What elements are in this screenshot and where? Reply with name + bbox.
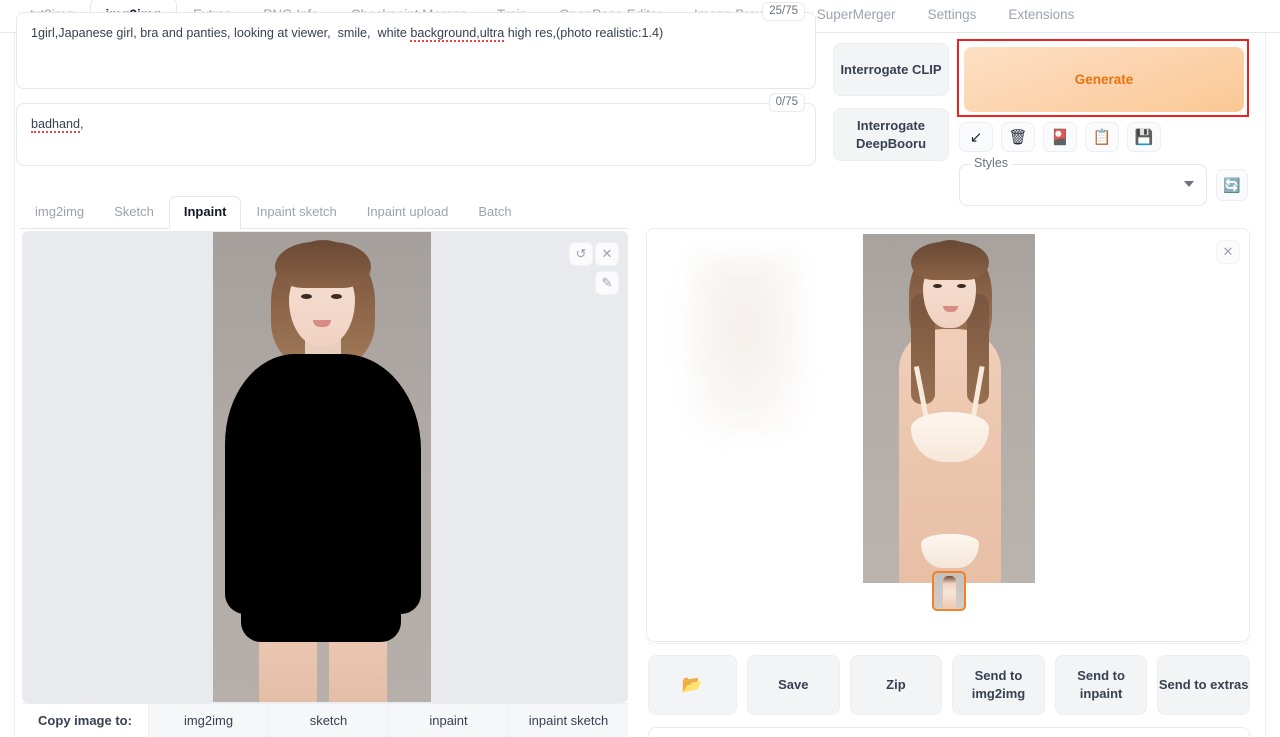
positive-prompt-box[interactable]: 25/75 1girl,Japanese girl, bra and panti… xyxy=(16,2,816,89)
thumbnail-content xyxy=(943,576,956,609)
styles-control: Styles 🔄 xyxy=(959,156,1248,206)
prompt-icon-toolbar: ↙ 🗑 🎴 📋 💾 xyxy=(959,122,1161,152)
sub-tab-inpaint-sketch[interactable]: Inpaint sketch xyxy=(241,196,351,228)
send-to-extras-button[interactable]: Send to extras xyxy=(1157,655,1250,715)
sub-tab-sketch[interactable]: Sketch xyxy=(99,196,169,228)
positive-prompt-part2: high res,(photo realistic:1.4) xyxy=(504,26,664,40)
sub-tab-inpaint[interactable]: Inpaint xyxy=(168,196,242,229)
positive-token-counter: 25/75 xyxy=(762,2,805,21)
main-tab-extensions[interactable]: Extensions xyxy=(992,0,1090,32)
result-action-bar: 📂 Save Zip Send to img2img Send to inpaint Se… xyxy=(648,655,1250,715)
result-separator xyxy=(648,643,1250,644)
sub-tab-batch[interactable]: Batch xyxy=(463,196,526,228)
gallery-thumbnail[interactable] xyxy=(932,571,966,611)
interrogate-deepbooru-button[interactable]: Interrogate DeepBooru xyxy=(833,108,949,161)
undo-icon[interactable]: ↺ xyxy=(570,243,592,265)
result-panty xyxy=(921,534,979,568)
img2img-sub-tab-bar: img2img Sketch Inpaint Inpaint sketch Inpain… xyxy=(20,196,628,229)
refresh-icon: 🔄 xyxy=(1223,176,1241,193)
result-gallery-panel[interactable]: ✕ xyxy=(646,228,1250,642)
generate-button[interactable]: Generate xyxy=(964,47,1244,112)
positive-prompt-misspelled: background,ultra xyxy=(410,26,505,42)
source-bangs xyxy=(275,242,371,288)
trash-icon[interactable]: 🗑 xyxy=(1001,122,1035,152)
result-bangs xyxy=(911,242,989,280)
thumbnail-strip xyxy=(647,571,1249,611)
refresh-styles-button[interactable]: 🔄 xyxy=(1216,169,1248,201)
close-glyph: ✕ xyxy=(1222,244,1234,259)
positive-prompt-text: 1girl,Japanese girl, bra and panties, lo… xyxy=(31,25,801,42)
styles-dropdown[interactable]: Styles xyxy=(959,156,1207,206)
chevron-down-icon[interactable] xyxy=(1184,181,1194,187)
result-eye-right xyxy=(957,284,966,288)
paint-card-icon[interactable]: 🎴 xyxy=(1043,122,1077,152)
negative-prompt-box[interactable]: 0/75 badhand, xyxy=(16,93,816,166)
inpaint-source-image[interactable] xyxy=(213,232,431,702)
zip-button[interactable]: Zip xyxy=(849,655,943,715)
source-eye-left xyxy=(301,294,312,299)
source-leg-gap xyxy=(317,632,329,702)
negative-prompt-text: badhand, xyxy=(31,116,801,133)
styles-label: Styles xyxy=(970,156,1013,170)
send-to-img2img-button[interactable]: Send to img2img xyxy=(952,655,1045,715)
negative-prompt-part2: , xyxy=(80,117,84,131)
copy-image-to-img2img[interactable]: img2img xyxy=(148,704,268,737)
arrow-down-left-icon[interactable]: ↙ xyxy=(959,122,993,152)
negative-token-counter: 0/75 xyxy=(768,93,805,112)
result-info-box xyxy=(648,727,1250,737)
interrogate-clip-button[interactable]: Interrogate CLIP xyxy=(833,43,949,96)
result-eye-left xyxy=(933,284,942,288)
sub-tab-img2img[interactable]: img2img xyxy=(20,196,99,228)
negative-prompt-misspelled: badhand xyxy=(31,117,81,133)
prompt-area: 25/75 1girl,Japanese girl, bra and panti… xyxy=(16,2,816,166)
inpaint-mask-region-lower xyxy=(241,532,401,642)
generate-highlight-box: Generate xyxy=(957,39,1249,117)
copy-image-to-inpaint[interactable]: inpaint xyxy=(388,704,508,737)
copy-image-to-inpaint-sketch[interactable]: inpaint sketch xyxy=(508,704,628,737)
sub-tab-inpaint-upload[interactable]: Inpaint upload xyxy=(352,196,464,228)
inpaint-canvas[interactable]: ↺ ✕ ✎ xyxy=(22,231,628,703)
positive-prompt-part1: 1girl,Japanese girl, bra and panties, lo… xyxy=(31,26,411,40)
app-root: txt2imgimg2imgExtrasPNG InfoCheckpoint M… xyxy=(0,0,1280,737)
save-button[interactable]: Save xyxy=(747,655,840,715)
main-tab-supermerger[interactable]: SuperMerger xyxy=(801,0,912,32)
close-icon[interactable]: ✕ xyxy=(1217,241,1239,263)
close-icon[interactable]: ✕ xyxy=(596,243,618,265)
send-to-inpaint-button[interactable]: Send to inpaint xyxy=(1054,655,1148,715)
canvas-tool-group: ↺ ✕ ✎ xyxy=(566,243,618,294)
copy-image-to-sketch[interactable]: sketch xyxy=(268,704,388,737)
clipboard-icon[interactable]: 📋 xyxy=(1085,122,1119,152)
ghost-preview-image xyxy=(687,254,802,434)
brush-icon[interactable]: ✎ xyxy=(596,272,618,294)
main-tab-settings[interactable]: Settings xyxy=(912,0,993,32)
source-eye-right xyxy=(331,294,342,299)
result-image[interactable] xyxy=(863,234,1035,583)
floppy-save-icon[interactable]: 💾 xyxy=(1127,122,1161,152)
open-folder-button[interactable]: 📂 xyxy=(648,655,737,715)
interrogate-button-group: Interrogate CLIP Interrogate DeepBooru xyxy=(833,43,949,161)
copy-image-to-label: Copy image to: xyxy=(38,713,132,728)
copy-image-to-row: Copy image to: img2img sketch inpaint inpai… xyxy=(22,703,628,737)
